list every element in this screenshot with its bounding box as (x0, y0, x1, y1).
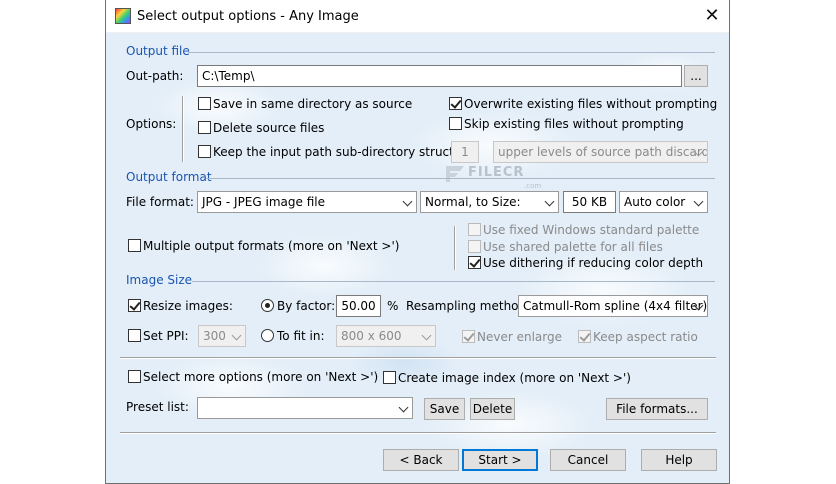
by-factor-label: By factor: (277, 299, 336, 313)
multiple-formats-label: Multiple output formats (more on 'Next >… (143, 239, 400, 253)
resize-label: Resize images: (143, 299, 233, 313)
quality-mode-value: Normal, to Size: (425, 195, 521, 209)
never-enlarge-checkbox[interactable] (462, 330, 475, 343)
by-factor-radio[interactable] (261, 299, 274, 312)
resampling-value: Catmull-Rom spline (4x4 filter) (523, 299, 708, 313)
skip-existing-label: Skip existing files without prompting (464, 117, 684, 131)
levels-combo[interactable]: upper levels of source path discarded (493, 141, 708, 163)
preset-select[interactable] (197, 397, 413, 419)
chevron-down-icon (544, 196, 555, 207)
watermark: FILECR .com (444, 164, 541, 190)
file-format-label: File format: (126, 195, 194, 209)
file-format-value: JPG - JPEG image file (202, 195, 325, 209)
preset-list-label: Preset list: (126, 400, 189, 414)
percent-label: % (387, 299, 399, 313)
ppi-select[interactable]: 300 (198, 325, 246, 347)
save-same-dir-checkbox[interactable] (198, 97, 211, 110)
save-same-dir-label: Save in same directory as source (213, 97, 413, 111)
ppi-value: 300 (203, 329, 226, 343)
quality-mode-select[interactable]: Normal, to Size: (420, 191, 559, 213)
keep-subdir-checkbox[interactable] (198, 145, 211, 158)
chevron-down-icon (398, 402, 409, 413)
never-enlarge-label: Never enlarge (477, 330, 562, 344)
resize-checkbox[interactable] (128, 299, 141, 312)
chevron-down-icon (402, 196, 413, 207)
options-bracket (182, 96, 184, 162)
delete-source-checkbox[interactable] (198, 121, 211, 134)
overwrite-label: Overwrite existing files without prompti… (464, 97, 718, 111)
browse-button[interactable]: ... (684, 65, 708, 87)
chevron-down-icon (231, 330, 242, 341)
section-image-size: Image Size (126, 273, 193, 287)
color-mode-select[interactable]: Auto color (619, 191, 708, 213)
cancel-button[interactable]: Cancel (550, 449, 626, 471)
separator (120, 432, 716, 434)
watermark-sub: .com (524, 182, 542, 190)
save-preset-button[interactable]: Save (424, 398, 465, 420)
section-output-format: Output format (126, 170, 212, 184)
to-fit-radio[interactable] (261, 329, 274, 342)
dithering-checkbox[interactable] (468, 256, 481, 269)
title-bar: Select output options - Any Image ✕ (106, 0, 729, 33)
resampling-label: Resampling method: (406, 299, 531, 313)
app-logo-icon (115, 8, 131, 24)
size-input[interactable]: 50 KB (563, 191, 616, 213)
select-more-label: Select more options (more on 'Next >') (143, 370, 379, 384)
skip-existing-checkbox[interactable] (449, 117, 462, 130)
create-index-checkbox[interactable] (383, 371, 396, 384)
back-button[interactable]: < Back (383, 449, 459, 471)
create-index-label: Create image index (more on 'Next >') (398, 371, 631, 385)
dithering-label: Use dithering if reducing color depth (483, 256, 704, 270)
palette-bracket (454, 226, 456, 270)
help-button[interactable]: Help (641, 449, 717, 471)
close-icon[interactable]: ✕ (697, 0, 727, 32)
fit-size-select[interactable]: 800 x 600 (336, 325, 436, 347)
overwrite-checkbox[interactable] (449, 97, 462, 110)
out-path-input[interactable]: C:\Temp\ (197, 65, 682, 87)
out-path-label: Out-path: (126, 69, 184, 83)
delete-source-label: Delete source files (213, 121, 325, 135)
window-title: Select output options - Any Image (137, 9, 359, 24)
fixed-palette-checkbox[interactable] (468, 223, 481, 236)
file-formats-button[interactable]: File formats... (606, 398, 708, 420)
start-button[interactable]: Start > (462, 449, 538, 471)
set-ppi-label: Set PPI: (143, 329, 189, 343)
section-divider (192, 281, 715, 282)
filecr-logo-icon (446, 166, 464, 182)
file-format-select[interactable]: JPG - JPEG image file (197, 191, 417, 213)
levels-combo-value: upper levels of source path discarded (498, 145, 708, 159)
fixed-palette-label: Use fixed Windows standard palette (483, 223, 700, 237)
to-fit-label: To fit in: (277, 329, 325, 343)
set-ppi-checkbox[interactable] (128, 329, 141, 342)
options-label: Options: (126, 117, 177, 131)
section-output-file: Output file (126, 44, 190, 58)
chevron-down-icon (693, 196, 704, 207)
multiple-formats-checkbox[interactable] (128, 239, 141, 252)
keep-aspect-label: Keep aspect ratio (593, 330, 698, 344)
shared-palette-checkbox[interactable] (468, 240, 481, 253)
select-more-checkbox[interactable] (128, 370, 141, 383)
chevron-down-icon (421, 330, 432, 341)
factor-input[interactable]: 50.00 (336, 295, 381, 317)
color-mode-value: Auto color (624, 195, 686, 209)
dialog-window: Select output options - Any Image ✕ Outp… (105, 0, 730, 484)
separator (120, 357, 716, 359)
section-divider (206, 178, 715, 179)
fit-size-value: 800 x 600 (341, 329, 402, 343)
keep-subdir-label: Keep the input path sub-directory struct… (213, 145, 478, 159)
levels-input[interactable]: 1 (451, 141, 479, 163)
keep-aspect-checkbox[interactable] (578, 330, 591, 343)
delete-preset-button[interactable]: Delete (470, 398, 515, 420)
resampling-select[interactable]: Catmull-Rom spline (4x4 filter) (518, 295, 708, 317)
shared-palette-label: Use shared palette for all files (483, 240, 663, 254)
section-divider (188, 52, 715, 53)
